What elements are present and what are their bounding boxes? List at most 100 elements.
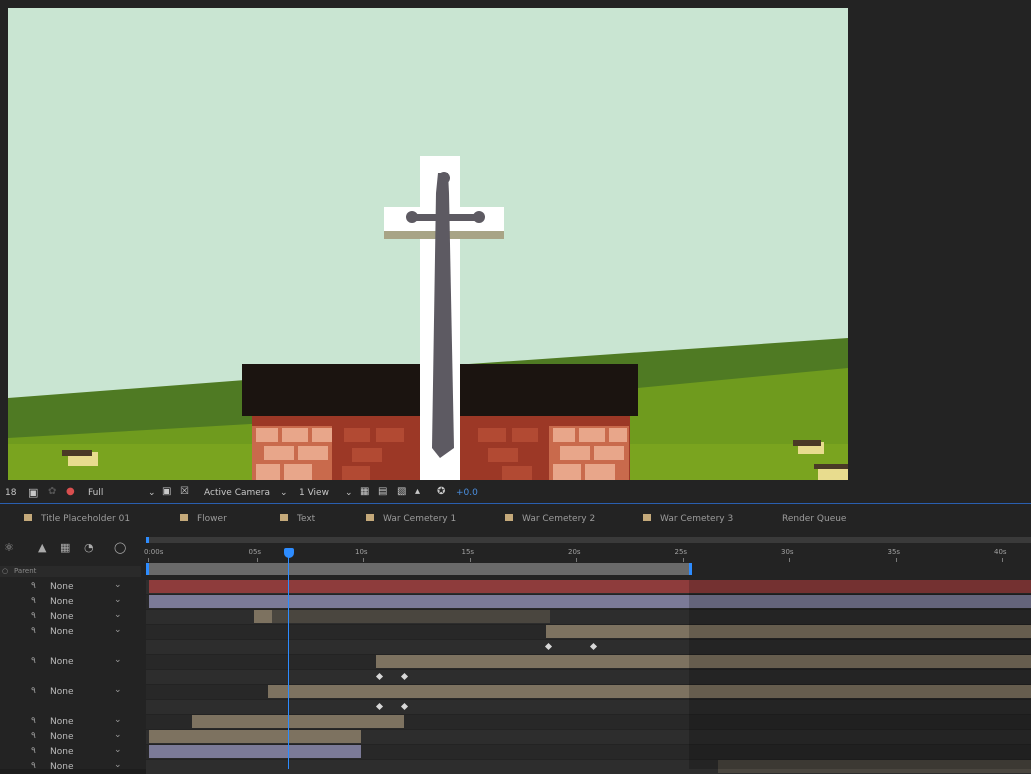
chevron-down-icon[interactable]: ⌄ [280, 488, 288, 498]
exposure-value[interactable]: +0.0 [456, 488, 478, 498]
pick-whip-icon[interactable]: ٩ [31, 626, 41, 636]
tab-flower[interactable]: Flower [180, 514, 227, 526]
parent-dropdown-value[interactable]: None [50, 627, 73, 637]
magnification-fragment[interactable]: 18 [5, 488, 16, 498]
layer-track[interactable] [146, 625, 1031, 639]
chevron-down-icon[interactable]: ⌄ [114, 745, 122, 755]
layer-track[interactable] [146, 700, 1031, 714]
layer-track[interactable] [146, 670, 1031, 684]
layer-track[interactable] [146, 655, 1031, 669]
keyframe-icon[interactable] [375, 702, 384, 711]
layer-duration-bar[interactable] [149, 730, 361, 743]
parent-dropdown-value[interactable]: None [50, 762, 73, 772]
layer-track[interactable] [146, 745, 1031, 759]
chevron-down-icon[interactable]: ⌄ [114, 655, 122, 665]
parent-dropdown-value[interactable]: None [50, 717, 73, 727]
layer-duration-bar[interactable] [192, 715, 404, 728]
layer-duration-bar[interactable] [376, 655, 1031, 668]
layer-track[interactable] [146, 595, 1031, 609]
pick-whip-icon[interactable]: ٩ [31, 761, 41, 771]
chevron-down-icon[interactable]: ⌄ [114, 580, 122, 590]
flowchart-icon[interactable]: ▧ [397, 486, 406, 497]
layer-duration-bar[interactable] [718, 760, 1031, 773]
shy-layers-icon[interactable]: ▲ [38, 541, 46, 554]
keyframe-icon[interactable] [400, 702, 409, 711]
tab-text[interactable]: Text [280, 514, 315, 526]
graph-editor-icon[interactable]: ◯ [114, 541, 126, 554]
tab-war-cemetery-1[interactable]: War Cemetery 1 [366, 514, 456, 526]
keyframe-icon[interactable] [589, 642, 598, 651]
work-area-out-marker[interactable] [689, 563, 692, 575]
composition-canvas[interactable] [8, 8, 848, 480]
timeline-icon[interactable]: ▤ [378, 486, 387, 497]
camera-dropdown[interactable]: Active Camera [204, 488, 270, 498]
search-layers-icon[interactable]: ⚛ [4, 541, 14, 554]
layer-track[interactable] [146, 580, 1031, 594]
chevron-down-icon[interactable]: ⌄ [114, 715, 122, 725]
pick-whip-icon[interactable]: ٩ [31, 581, 41, 591]
parent-dropdown-value[interactable]: None [50, 657, 73, 667]
layer-duration-bar[interactable] [149, 745, 361, 758]
work-area-in-marker[interactable] [146, 563, 149, 575]
fast-preview-icon[interactable]: ▦ [360, 486, 369, 497]
color-channel-icon[interactable]: ✿ [48, 486, 56, 497]
parent-dropdown-value[interactable]: None [50, 732, 73, 742]
layer-duration-bar[interactable] [254, 610, 272, 623]
parent-dropdown-value[interactable]: None [50, 612, 73, 622]
time-ruler[interactable]: 0:00s 05s 10s 15s 20s 25s 30s 35s 40s [144, 548, 1031, 562]
layer-duration-bar[interactable] [149, 595, 1031, 608]
layer-track[interactable] [146, 610, 1031, 624]
playhead-handle[interactable] [284, 548, 294, 558]
layer-track[interactable] [146, 760, 1031, 774]
keyframe-icon[interactable] [544, 642, 553, 651]
layer-duration-bar[interactable] [546, 625, 1031, 638]
view-layout-dropdown[interactable]: 1 View [299, 488, 329, 498]
layer-duration-bar[interactable] [268, 685, 1031, 698]
pick-whip-icon[interactable]: ٩ [31, 596, 41, 606]
parent-dropdown-value[interactable]: None [50, 687, 73, 697]
work-area-track[interactable] [146, 537, 1031, 543]
pick-whip-icon[interactable]: ٩ [31, 731, 41, 741]
keyframe-icon[interactable] [400, 672, 409, 681]
pick-whip-icon[interactable]: ٩ [31, 686, 41, 696]
parent-dropdown-value[interactable]: None [50, 597, 73, 607]
work-area-bar[interactable] [146, 563, 692, 575]
region-of-interest-icon[interactable]: ● [66, 486, 75, 497]
transparency-grid-icon[interactable]: ▣ [162, 486, 171, 497]
resolution-dropdown[interactable]: Full [88, 488, 103, 498]
pick-whip-icon[interactable]: ٩ [31, 746, 41, 756]
network-icon[interactable]: ▴ [415, 486, 420, 497]
layer-track[interactable] [146, 685, 1031, 699]
parent-dropdown-value[interactable]: None [50, 747, 73, 757]
chevron-down-icon[interactable]: ⌄ [114, 730, 122, 740]
layer-track[interactable] [146, 715, 1031, 729]
layer-duration-bar[interactable] [149, 580, 1031, 593]
tab-title-placeholder-01[interactable]: Title Placeholder 01 [24, 514, 130, 526]
camera-snapshot-icon[interactable]: ▣ [28, 486, 38, 499]
layer-track[interactable] [146, 730, 1031, 744]
chevron-down-icon[interactable]: ⌄ [114, 685, 122, 695]
tab-war-cemetery-2[interactable]: War Cemetery 2 [505, 514, 595, 526]
frame-blending-icon[interactable]: ▦ [60, 541, 70, 554]
motion-blur-icon[interactable]: ◔ [84, 541, 94, 554]
playhead-line[interactable] [288, 556, 289, 769]
tab-color-swatch [24, 514, 32, 521]
chevron-down-icon[interactable]: ⌄ [345, 488, 353, 498]
parent-column-header[interactable]: ○ Parent [0, 566, 141, 577]
reset-exposure-icon[interactable]: ✪ [437, 486, 445, 497]
chevron-down-icon[interactable]: ⌄ [148, 488, 156, 498]
keyframe-icon[interactable] [375, 672, 384, 681]
layer-duration-bar[interactable] [254, 610, 550, 623]
chevron-down-icon[interactable]: ⌄ [114, 610, 122, 620]
layer-track[interactable] [146, 640, 1031, 654]
work-area-start-handle[interactable] [146, 537, 149, 543]
pick-whip-icon[interactable]: ٩ [31, 656, 41, 666]
tab-war-cemetery-3[interactable]: War Cemetery 3 [643, 514, 733, 526]
3d-view-icon[interactable]: ☒ [180, 486, 189, 497]
pick-whip-icon[interactable]: ٩ [31, 611, 41, 621]
chevron-down-icon[interactable]: ⌄ [114, 625, 122, 635]
chevron-down-icon[interactable]: ⌄ [114, 595, 122, 605]
tab-render-queue[interactable]: Render Queue [782, 514, 846, 526]
pick-whip-icon[interactable]: ٩ [31, 716, 41, 726]
parent-dropdown-value[interactable]: None [50, 582, 73, 592]
